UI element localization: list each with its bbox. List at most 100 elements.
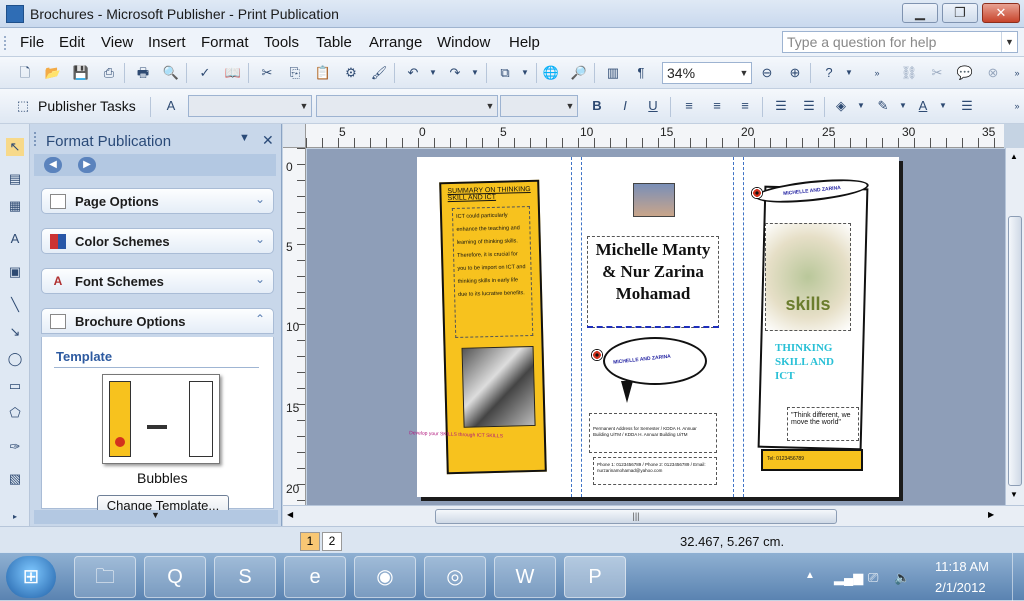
volume-icon[interactable]: 🔈 [894,570,910,586]
thinking-skill-heading[interactable]: THINKING SKILL AND ICT [775,341,851,383]
menu-tools[interactable]: Tools [264,34,299,51]
menu-table[interactable]: Table [316,34,352,51]
profile-photo[interactable] [633,183,675,217]
numbering-icon[interactable]: ☰ [772,97,790,115]
help-search-input[interactable]: Type a question for help ▼ [782,31,1018,53]
maximize-button[interactable]: ❐ [942,3,978,23]
network-icon[interactable]: ▂▄▆ [834,570,863,586]
page-tab-1[interactable]: 1 [300,532,320,551]
brochure-title[interactable]: Michelle Manty & Nur Zarina Mohamad [587,236,719,328]
more-tools-icon[interactable]: ▸ [6,508,24,526]
zoom-in-icon[interactable]: ⊕ [786,64,804,82]
ruler-corner[interactable] [283,124,306,148]
hotspot-tool-icon[interactable]: ✑ [6,438,24,456]
spelling-icon[interactable]: ✓ [196,64,214,82]
bold-icon[interactable]: B [588,97,606,115]
autoshapes-tool-icon[interactable]: ⬠ [6,404,24,422]
research-icon[interactable]: 📖 [224,64,242,82]
align-left-icon[interactable]: ≡ [680,97,698,115]
publisher-tasks-label[interactable]: Publisher Tasks [38,98,136,114]
vertical-ruler[interactable]: 0 5 10 15 20 [283,148,306,506]
arrow-tool-icon[interactable]: ↘ [6,323,24,341]
horizontal-scrollbar[interactable]: ◀ ||| ▶ [283,505,1024,526]
show-desktop-button[interactable] [1012,553,1024,601]
new-icon[interactable]: 🗋 [16,64,34,82]
font-color-dropdown-icon[interactable]: ▼ [934,97,952,115]
scroll-down-icon[interactable]: ▼ [1010,490,1018,499]
template-thumbnail[interactable] [102,374,220,464]
section-page-options[interactable]: Page Options ⌄ [41,188,274,214]
chevron-down-icon[interactable]: ⌄ [255,232,265,246]
skills-wordcloud-image[interactable]: skills [765,223,851,331]
redo-icon[interactable]: ↷ [446,64,464,82]
text-box-tool-icon[interactable]: ▤ [6,170,24,188]
skype-icon[interactable]: S [214,556,276,598]
italic-icon[interactable]: I [616,97,634,115]
quote-text-box[interactable]: "Think different, we move the world" [787,407,859,441]
font-combo[interactable]: ▼ [316,95,498,117]
minimize-button[interactable]: ▁ [902,3,938,23]
publisher-tasks-icon[interactable]: ⬚ [14,97,32,115]
show-hidden-icons-icon[interactable]: ▲ [805,570,815,581]
brochure-page[interactable]: SUMMARY ON THINKING SKILL AND ICT ICT co… [409,157,899,497]
font-dropdown-icon[interactable]: ▼ [483,96,497,116]
address-text-box[interactable]: Permanent Address for Semester / KDDA H.… [589,413,717,453]
telephone-box[interactable]: Tel: 0123456789 [761,449,863,471]
contact-text-box[interactable]: Phone 1: 0123456789 / Phone 2: 012345678… [593,457,717,485]
internet-explorer-icon[interactable]: e [284,556,346,598]
bring-forward-dropdown-icon[interactable]: ▼ [516,64,534,82]
close-button[interactable]: ✕ [982,3,1020,23]
font-size-combo[interactable]: ▼ [500,95,578,117]
menu-view[interactable]: View [101,34,133,51]
clock-date[interactable]: 2/1/2012 [935,580,986,595]
bullets-icon[interactable]: ☰ [800,97,818,115]
line-color-icon[interactable]: ✎ [874,97,892,115]
line-color-dropdown-icon[interactable]: ▼ [894,97,912,115]
summary-panel[interactable]: SUMMARY ON THINKING SKILL AND ICT ICT co… [439,179,547,475]
pane-menu-icon[interactable]: ▼ [239,132,250,144]
start-button[interactable]: ⊞ [6,556,56,598]
fill-color-icon[interactable]: ◈ [832,97,850,115]
menu-file[interactable]: File [20,34,44,51]
hyperlink-icon[interactable]: 🌐 [542,64,560,82]
horizontal-ruler[interactable]: 5 0 5 10 15 20 25 30 35 [306,124,1004,148]
scroll-right-icon[interactable]: ▶ [988,510,994,519]
word-icon[interactable]: W [494,556,556,598]
device-icon[interactable]: ⎚ [868,570,878,586]
workspace-canvas[interactable]: SUMMARY ON THINKING SKILL AND ICT ICT co… [307,149,1005,505]
help-dropdown-small-icon[interactable]: ▼ [840,64,858,82]
font-size-dropdown-icon[interactable]: ▼ [563,96,577,116]
scroll-up-icon[interactable]: ▲ [1010,152,1018,161]
cut-icon[interactable]: ✂ [258,64,276,82]
align-right-icon[interactable]: ≡ [736,97,754,115]
paste-special-icon[interactable]: ⚙ [342,64,360,82]
open-icon[interactable]: 📂 [44,64,62,82]
line-style-icon[interactable]: ☰ [958,97,976,115]
section-brochure-options[interactable]: Brochure Options ⌃ [41,308,274,334]
forward-icon[interactable]: ▶ [78,157,96,173]
menu-help[interactable]: Help [509,34,540,51]
underline-icon[interactable]: U [644,97,662,115]
menu-window[interactable]: Window [437,34,490,51]
print-preview-icon[interactable]: 🔍 [162,64,180,82]
undo-icon[interactable]: ↶ [404,64,422,82]
paste-icon[interactable]: 📋 [314,64,332,82]
section-font-schemes[interactable]: A Font Schemes ⌄ [41,268,274,294]
zoom-out-icon[interactable]: ⊖ [758,64,776,82]
bring-forward-icon[interactable]: ⧉ [496,64,514,82]
chevron-down-icon[interactable]: ⌄ [255,192,265,206]
zoom-combo[interactable]: 34% ▼ [662,62,752,84]
permission-icon[interactable]: ⎙ [100,64,118,82]
rectangle-tool-icon[interactable]: ▭ [6,377,24,395]
explorer-icon[interactable]: 🗀 [74,556,136,598]
firefox-icon[interactable]: ◉ [354,556,416,598]
vertical-scrollbar[interactable]: ▲ ▼ [1005,148,1024,506]
style-dropdown-icon[interactable]: ▼ [297,96,311,116]
undo-dropdown-icon[interactable]: ▼ [424,64,442,82]
picture-frame-tool-icon[interactable]: ▣ [6,263,24,281]
eyes-collage-image[interactable] [461,345,536,428]
section-color-schemes[interactable]: Color Schemes ⌄ [41,228,274,254]
summary-heading[interactable]: SUMMARY ON THINKING SKILL AND ICT [447,186,533,202]
menu-arrange[interactable]: Arrange [369,34,422,51]
back-icon[interactable]: ◀ [44,157,62,173]
